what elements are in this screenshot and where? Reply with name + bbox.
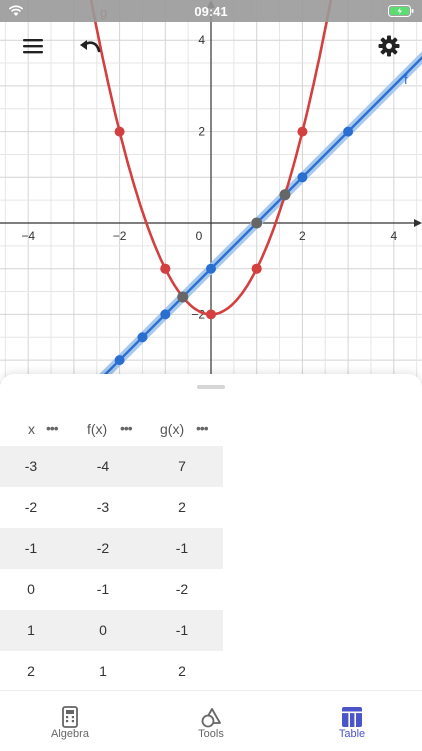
f-point[interactable] (297, 172, 308, 183)
root-point[interactable] (251, 217, 263, 229)
cell-g: 2 (178, 663, 186, 679)
cell-g: 7 (178, 458, 186, 474)
menu-button[interactable] (15, 30, 51, 62)
table-sheet: x ••• f(x) ••• g(x) ••• -3 -4 7 -2 -3 2 … (0, 374, 422, 690)
intersection-point[interactable] (177, 291, 189, 303)
cell-x[interactable]: 0 (16, 581, 46, 597)
y-tick-label: 2 (198, 125, 205, 139)
cell-x[interactable]: 1 (16, 622, 46, 638)
cell-f: 0 (99, 622, 107, 638)
cell-f: -4 (96, 458, 110, 474)
table-icon (342, 707, 362, 727)
bottom-tab-bar: Algebra Tools Table (0, 690, 422, 751)
status-bar: 09:41 (0, 0, 422, 22)
cell-x[interactable]: 2 (16, 663, 46, 679)
f-highlight (73, 51, 422, 400)
f-line[interactable] (28, 40, 422, 400)
tab-table-label: Table (338, 728, 366, 740)
f-point[interactable] (137, 332, 148, 343)
cell-x[interactable]: -2 (16, 499, 46, 515)
header-g: g(x) (160, 421, 185, 437)
g-point[interactable] (251, 263, 262, 274)
sheet-grabber[interactable] (197, 385, 225, 389)
g-point[interactable] (114, 126, 125, 137)
cell-f: 1 (99, 663, 107, 679)
tab-tools-label: Tools (198, 728, 224, 740)
f-label: f (404, 72, 408, 87)
table-row: -2 -3 2 (0, 487, 223, 528)
undo-button[interactable] (72, 30, 108, 62)
cell-x[interactable]: -3 (16, 458, 46, 474)
cell-g: -1 (175, 540, 189, 556)
x-tick-label: 2 (299, 229, 306, 243)
header-x-options-button[interactable]: ••• (46, 420, 59, 436)
header-f: f(x) (87, 421, 108, 437)
undo-icon (80, 40, 101, 53)
f-point[interactable] (343, 126, 354, 137)
y-tick-label: 4 (198, 33, 205, 47)
header-g-options-button[interactable]: ••• (196, 420, 209, 436)
menu-icon (23, 39, 43, 54)
tab-table[interactable]: Table (282, 691, 422, 751)
cell-g: -1 (175, 622, 189, 638)
cell-f: -3 (96, 499, 110, 515)
g-point[interactable] (206, 309, 216, 320)
settings-button[interactable] (371, 30, 407, 62)
tab-algebra-label: Algebra (51, 728, 89, 740)
cell-g: 2 (178, 499, 186, 515)
cell-g: -2 (175, 581, 189, 597)
settings-icon (378, 35, 400, 57)
x-tick-label: −2 (113, 229, 127, 243)
table-row: -1 -2 -1 (0, 528, 223, 569)
cell-f: -1 (96, 581, 110, 597)
f-point[interactable] (160, 309, 171, 320)
cell-x[interactable]: -1 (16, 540, 46, 556)
status-time: 09:41 (194, 4, 228, 19)
tools-icon (201, 708, 221, 728)
graph-canvas[interactable]: −4−202442−2fg (0, 0, 422, 400)
table-row: -3 -4 7 (0, 446, 223, 487)
x-axis-arrow (414, 219, 422, 227)
intersection-point[interactable] (279, 189, 291, 201)
g-point[interactable] (297, 126, 308, 137)
g-point[interactable] (160, 263, 171, 274)
table-body: -3 -4 7 -2 -3 2 -1 -2 -1 0 -1 -2 1 0 -1 … (0, 446, 223, 692)
x-tick-label: 4 (390, 229, 397, 243)
x-tick-label: −4 (21, 229, 35, 243)
cell-f: -2 (96, 540, 110, 556)
graph-view[interactable]: −4−202442−2fg 09:41 (0, 0, 422, 400)
x-tick-label: 0 (196, 229, 203, 243)
header-x: x (28, 421, 35, 437)
tab-tools[interactable]: Tools (141, 691, 281, 751)
tab-algebra[interactable]: Algebra (0, 691, 140, 751)
table-row: 1 0 -1 (0, 610, 223, 651)
header-f-options-button[interactable]: ••• (120, 420, 133, 436)
f-point[interactable] (114, 355, 125, 366)
table-header: x ••• f(x) ••• g(x) ••• (0, 414, 223, 444)
table-row: 2 1 2 (0, 651, 223, 692)
battery-icon (388, 5, 414, 17)
table-row: 0 -1 -2 (0, 569, 223, 610)
f-point[interactable] (206, 263, 216, 274)
calculator-icon (62, 706, 78, 728)
